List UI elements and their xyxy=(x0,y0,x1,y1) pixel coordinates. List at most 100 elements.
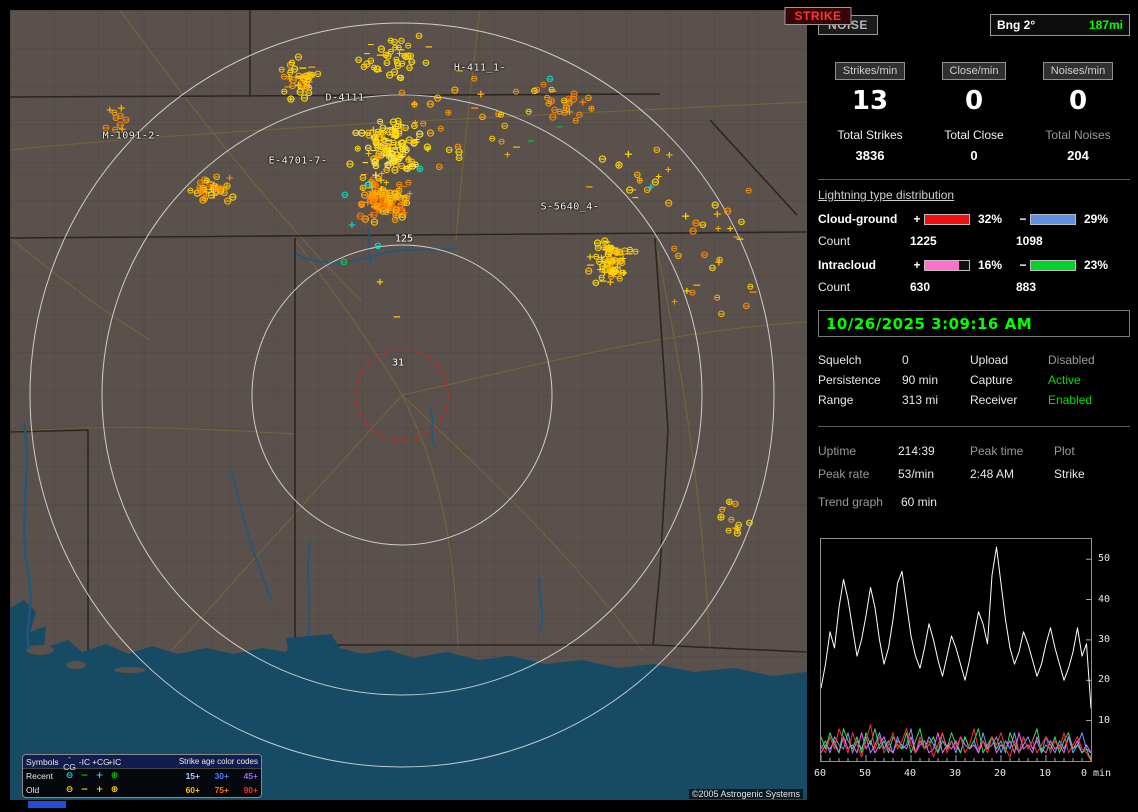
close-per-min-label: Close/min xyxy=(942,62,1007,80)
minus-sign: − xyxy=(1016,258,1030,272)
datetime-text: 10/26/2025 3:09:16 AM xyxy=(826,315,1032,333)
trend-label-row: Trend graph 60 min xyxy=(818,495,1130,509)
plus-sign: + xyxy=(910,212,924,226)
mode-row: STRIKE NOISE Bng 2° 187mi xyxy=(818,14,1130,36)
legend-col--ic: -IC xyxy=(77,757,92,767)
trend-plot-area xyxy=(820,538,1092,762)
intracloud-row: Intracloud + 16% − 23% xyxy=(818,258,1130,272)
copyright-text: ©2005 Astrogenic Systems xyxy=(689,789,803,799)
range-label: Range xyxy=(818,393,902,407)
ic-negative-pct: 23% xyxy=(1080,258,1130,272)
legend-symbol-icon: ⊖ xyxy=(62,785,77,795)
legend-col-pic: +IC xyxy=(107,757,122,767)
divider xyxy=(818,426,1130,427)
capture-label: Capture xyxy=(970,373,1048,387)
y-tick-label: 30 xyxy=(1098,634,1110,645)
intracloud-count-row: Count 630 883 xyxy=(818,280,1130,294)
legend-symbol-icon: + xyxy=(92,771,107,781)
ic-positive-bar xyxy=(924,260,970,271)
plot-label: Plot xyxy=(1054,444,1130,458)
uptime-row: Uptime 214:39 Peak time Plot xyxy=(818,439,1130,462)
strike-mode-button[interactable]: STRIKE xyxy=(784,7,851,25)
legend-symbol-icon: ⊕ xyxy=(107,785,122,795)
trend-graph: 5040302010 6050403020100 min xyxy=(818,538,1130,790)
x-tick-label: 10 xyxy=(1039,768,1051,779)
peak-rate-value: 53/min xyxy=(898,467,970,481)
cg-positive-bar xyxy=(924,214,970,225)
x-tick-label: 60 xyxy=(814,768,826,779)
upload-status: Disabled xyxy=(1048,353,1130,367)
noises-per-min-label: Noises/min xyxy=(1043,62,1113,80)
cg-positive-count: 1225 xyxy=(910,234,1016,248)
count-label: Count xyxy=(818,280,910,294)
total-close-value: 0 xyxy=(970,148,977,163)
peak-rate-row: Peak rate 53/min 2:48 AM Strike xyxy=(818,462,1130,485)
age-code: 75+ xyxy=(207,785,229,795)
close-per-min-value: 0 xyxy=(965,86,983,116)
trend-series-magenta xyxy=(821,733,1091,753)
ic-negative-bar xyxy=(1030,260,1076,271)
age-code: 90+ xyxy=(236,785,258,795)
cg-positive-pct: 32% xyxy=(974,212,1016,226)
status-panel: STRIKE NOISE Bng 2° 187mi Strikes/min 13… xyxy=(818,10,1130,802)
total-noises-label: Total Noises xyxy=(1045,128,1110,142)
ic-negative-count: 883 xyxy=(1016,280,1130,294)
trend-graph-label: Trend graph xyxy=(818,495,883,509)
cloud-ground-label: Cloud-ground xyxy=(818,212,910,226)
trend-chart xyxy=(821,539,1091,761)
legend-symbol-icon: ⊕ xyxy=(107,771,122,781)
uptime-label: Uptime xyxy=(818,444,898,458)
legend-row-old: Old ⊖−+⊕60+75+90+ xyxy=(23,783,261,797)
legend-row-label: Recent xyxy=(26,771,62,781)
squelch-row: Squelch 0 Upload Disabled xyxy=(818,350,1130,370)
legend-symbols-label: Symbols xyxy=(26,757,62,767)
strikes-per-min-label: Strikes/min xyxy=(835,62,905,80)
range-value: 313 mi xyxy=(902,393,970,407)
cg-negative-pct: 29% xyxy=(1080,212,1130,226)
squelch-label: Squelch xyxy=(818,353,902,367)
total-close-label: Total Close xyxy=(944,128,1003,142)
x-tick-label: 0 min xyxy=(1081,768,1111,779)
x-tick-label: 40 xyxy=(904,768,916,779)
capture-status: Active xyxy=(1048,373,1130,387)
receiver-label: Receiver xyxy=(970,393,1048,407)
divider xyxy=(818,179,1130,180)
ic-positive-count: 630 xyxy=(910,280,1016,294)
y-tick-label: 50 xyxy=(1098,553,1110,564)
legend-col--cg: -CG xyxy=(62,754,77,772)
cloud-ground-count-row: Count 1225 1098 xyxy=(818,234,1130,248)
trend-series-white xyxy=(821,547,1091,708)
legend-age-codes: 15+30+45+ xyxy=(122,771,258,781)
nexstorm-window: ⊖⊖⊖⊕⊖⊖+−⊖⊖⊖−⊖⊖⊖−++⊖⊖−⊖−+⊖⊖−+⊖⊖−⊖+⊕+⊖++⊖⊖… xyxy=(0,0,1138,812)
strike-map[interactable]: ⊖⊖⊖⊕⊖⊖+−⊖⊖⊖−⊖⊖⊖−++⊖⊖−⊖−+⊖⊖−+⊖⊖−⊖+⊕+⊖++⊖⊖… xyxy=(10,10,807,800)
age-code: 45+ xyxy=(236,771,258,781)
persistence-value: 90 min xyxy=(902,373,970,387)
age-code: 30+ xyxy=(207,771,229,781)
intracloud-label: Intracloud xyxy=(818,258,910,272)
close-per-min-column: Close/min 0 Total Close 0 xyxy=(922,62,1026,163)
map-legend: Symbols -CG -IC +CG +IC Strike age color… xyxy=(22,754,262,798)
strikes-per-min-value: 13 xyxy=(852,86,888,116)
receiver-status: Enabled xyxy=(1048,393,1130,407)
y-tick-label: 40 xyxy=(1098,594,1110,605)
total-strikes-label: Total Strikes xyxy=(837,128,902,142)
status-section: Squelch 0 Upload Disabled Persistence 90… xyxy=(818,350,1130,410)
cg-negative-count: 1098 xyxy=(1016,234,1130,248)
distribution-title: Lightning type distribution xyxy=(818,188,1130,202)
persistence-label: Persistence xyxy=(818,373,902,387)
rate-boxes: Strikes/min 13 Total Strikes 3836 Close/… xyxy=(818,62,1130,163)
legend-header: Symbols -CG -IC +CG +IC Strike age color… xyxy=(23,755,261,769)
legend-symbol-icon: + xyxy=(92,785,107,795)
strikes-per-min-column: Strikes/min 13 Total Strikes 3836 xyxy=(818,62,922,163)
range-row: Range 313 mi Receiver Enabled xyxy=(818,390,1130,410)
bearing-label: Bng 2° xyxy=(997,18,1035,32)
bearing-readout[interactable]: Bng 2° 187mi xyxy=(990,14,1130,36)
total-strikes-value: 3836 xyxy=(856,148,885,163)
bearing-range: 187mi xyxy=(1089,18,1123,32)
cloud-ground-row: Cloud-ground + 32% − 29% xyxy=(818,212,1130,226)
noises-per-min-value: 0 xyxy=(1069,86,1087,116)
peak-time-label: Peak time xyxy=(970,444,1054,458)
legend-col-pcg: +CG xyxy=(92,757,107,767)
y-tick-label: 20 xyxy=(1098,674,1110,685)
datetime-readout: 10/26/2025 3:09:16 AM xyxy=(818,310,1130,337)
